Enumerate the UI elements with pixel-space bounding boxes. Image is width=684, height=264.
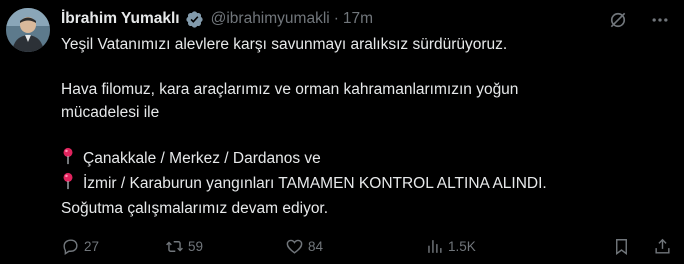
retweet-button[interactable]: 59	[165, 237, 285, 256]
reply-icon	[63, 238, 78, 255]
like-count: 84	[308, 238, 324, 254]
tweet-line: İzmir / Karaburun yangınları TAMAMEN KON…	[61, 172, 661, 198]
reply-button[interactable]: 27	[61, 237, 165, 256]
tweet-line: Soğutma çalışmalarımız devam ediyor.	[61, 199, 329, 217]
like-button[interactable]: 84	[285, 237, 425, 256]
tweet-line: Hava filomuz, kara araçlarımız ve orman …	[61, 81, 519, 98]
tweet[interactable]: İbrahim Yumaklı @ibrahimyumakli · 17m Ye…	[0, 0, 684, 264]
views-button[interactable]: 1.5K	[425, 237, 559, 256]
action-bar: 27 59 84 1.5K	[61, 233, 672, 259]
tweet-line: Yeşil Vatanımızı alevlere karşı savunmay…	[61, 36, 508, 53]
share-icon	[655, 238, 670, 254]
timestamp[interactable]: 17m	[343, 10, 373, 28]
retweet-count: 59	[188, 238, 204, 254]
location-line-2: İzmir / Karaburun yangınları TAMAMEN KON…	[83, 175, 547, 192]
view-count: 1.5K	[448, 238, 476, 254]
bookmark-button[interactable]	[612, 237, 631, 256]
verified-badge-icon	[185, 10, 204, 29]
tweet-line: mücadelesi ile	[61, 103, 160, 121]
avatar[interactable]	[6, 8, 50, 52]
author-name[interactable]: İbrahim Yumaklı	[61, 10, 180, 28]
tweet-line: Çanakkale / Merkez / Dardanos ve	[61, 147, 661, 173]
round-pushpin-icon	[61, 147, 75, 173]
tweet-header: İbrahim Yumaklı @ibrahimyumakli · 17m	[61, 8, 373, 30]
secondary-actions	[612, 237, 672, 256]
author-handle[interactable]: @ibrahimyumakli	[211, 10, 330, 28]
location-line-1: Çanakkale / Merkez / Dardanos ve	[83, 149, 321, 167]
retweet-icon	[166, 240, 183, 252]
share-button[interactable]	[653, 237, 672, 256]
heart-icon	[286, 239, 303, 254]
bookmark-icon	[616, 238, 627, 255]
more-options-icon[interactable]	[650, 10, 670, 30]
grok-icon[interactable]	[608, 10, 628, 30]
separator-dot: ·	[333, 10, 339, 27]
round-pushpin-icon	[61, 172, 75, 198]
tweet-text: Yeşil Vatanımızı alevlere karşı savunmay…	[61, 34, 661, 220]
top-actions	[608, 10, 670, 30]
reply-count: 27	[84, 238, 100, 254]
views-icon	[428, 239, 442, 253]
